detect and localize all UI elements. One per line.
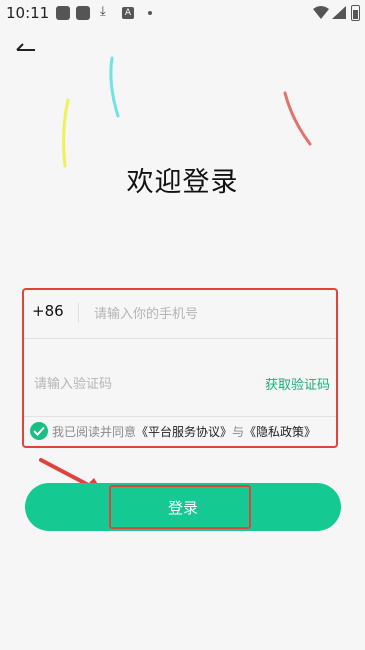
signal-icon (332, 6, 346, 19)
back-arrow-icon (16, 43, 35, 51)
download-icon: ⤓ (100, 4, 106, 19)
terms-of-service-link[interactable]: 《平台服务协议》 (136, 425, 232, 439)
agreement-text: 我已阅读并同意《平台服务协议》与《隐私政策》 (52, 423, 316, 440)
back-button[interactable] (14, 36, 40, 60)
notification-app-icon (76, 6, 90, 20)
decor-streak-yellow (62, 98, 70, 168)
more-notifications-dot-icon (148, 11, 152, 15)
checkmark-icon (33, 426, 45, 436)
status-time: 10:11 (6, 4, 50, 22)
login-form: +86 获取验证码 我已阅读并同意《平台服务协议》与《隐私政策》 (22, 288, 338, 448)
agreement-checkbox[interactable] (30, 422, 48, 440)
phone-row: +86 (24, 290, 336, 339)
phone-input[interactable] (92, 302, 326, 326)
verification-code-input[interactable] (32, 372, 236, 396)
battery-icon (351, 5, 360, 21)
agreement-prefix: 我已阅读并同意 (52, 425, 137, 439)
privacy-policy-link[interactable]: 《隐私政策》 (244, 425, 316, 439)
notification-app-icon (56, 6, 70, 20)
agreement-conjunction: 与 (232, 425, 245, 439)
annotation-highlight-box (109, 485, 251, 529)
wifi-icon (313, 6, 329, 19)
page-title: 欢迎登录 (126, 167, 239, 198)
get-code-button[interactable]: 获取验证码 (265, 374, 330, 393)
decor-streak-cyan (109, 56, 120, 118)
notification-a-icon: A (122, 7, 134, 19)
status-bar: 10:11 ⤓ A (0, 0, 365, 26)
decor-streak-red (283, 91, 312, 146)
country-code[interactable]: +86 (32, 302, 64, 320)
agreement-row: 我已阅读并同意《平台服务协议》与《隐私政策》 (24, 416, 336, 448)
field-divider (78, 303, 79, 323)
code-row: 获取验证码 (24, 338, 336, 417)
